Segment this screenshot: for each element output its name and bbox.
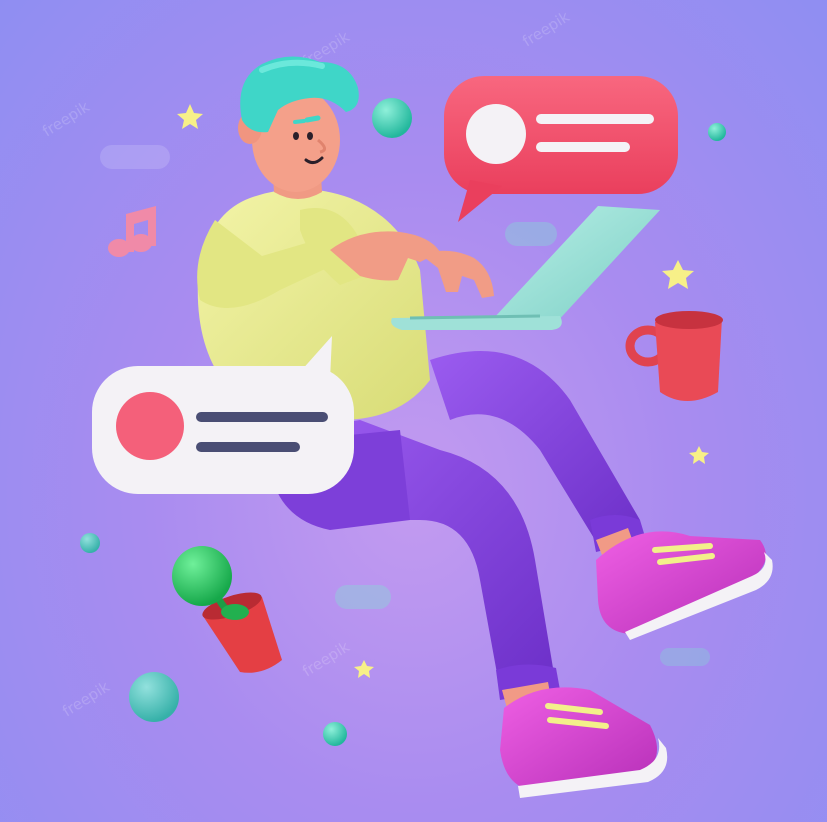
- chat-bubble-red: [444, 76, 678, 222]
- star-icon: [354, 660, 374, 678]
- blur-blob: [505, 222, 557, 246]
- teal-orb: [129, 672, 179, 722]
- text-line-placeholder: [196, 442, 300, 452]
- blur-blob: [100, 145, 170, 169]
- teal-orb: [372, 98, 412, 138]
- music-note-icon: [108, 206, 156, 257]
- star-icon: [662, 260, 694, 289]
- sneaker-right: [596, 531, 773, 640]
- star-icon: [177, 104, 203, 129]
- character-illustration: [80, 56, 773, 798]
- teal-orb: [80, 533, 100, 553]
- avatar-placeholder-circle: [116, 392, 184, 460]
- text-line-placeholder: [536, 114, 654, 124]
- potted-plant-icon: [172, 546, 282, 673]
- blur-blob: [335, 585, 391, 609]
- teal-orb: [708, 123, 726, 141]
- avatar-placeholder-circle: [466, 104, 526, 164]
- text-line-placeholder: [536, 142, 630, 152]
- teal-orb: [323, 722, 347, 746]
- mug-icon: [625, 311, 723, 401]
- illustration-scene: freepik freepik freepik freepik freepik …: [0, 0, 827, 822]
- blur-blob: [660, 648, 710, 666]
- sneaker-left: [500, 687, 668, 798]
- text-line-placeholder: [196, 412, 328, 422]
- star-icon: [689, 446, 709, 464]
